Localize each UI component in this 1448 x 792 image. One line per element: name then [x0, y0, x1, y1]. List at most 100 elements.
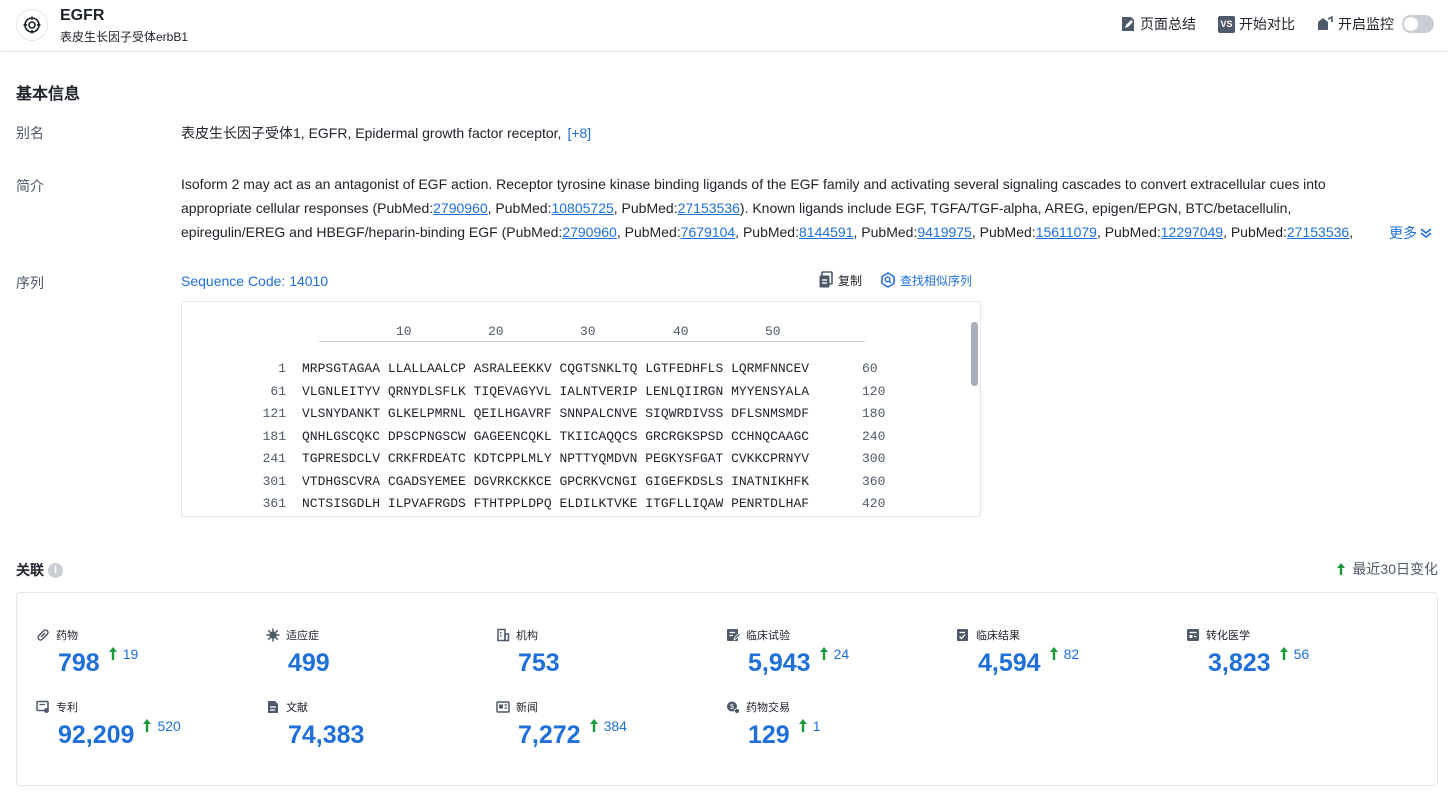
alias-label: 别名 [16, 125, 44, 141]
row-end: 180 [862, 406, 886, 421]
ruler-tick: 10 [396, 324, 412, 339]
stat-clinical-results[interactable]: 临床结果 4,594 82 [956, 627, 1176, 678]
stat-value: 92,209 [58, 721, 135, 749]
intro-text-segment: , PubMed: [1096, 224, 1161, 240]
stat-label: 临床结果 [976, 630, 1020, 642]
monitor-toggle[interactable] [1402, 15, 1434, 33]
arrow-up-icon [108, 647, 117, 660]
stat-patents[interactable]: 专利 92,209 520 [36, 699, 256, 750]
find-similar-label: 查找相似序列 [900, 273, 973, 288]
stat-organizations[interactable]: 机构 753 [496, 627, 716, 678]
double-chevron-down-icon [1420, 228, 1432, 239]
stat-label: 临床试验 [746, 630, 790, 642]
copy-button[interactable]: 复制 [818, 271, 862, 289]
row-start: 241 [262, 451, 286, 466]
stat-delta: 384 [589, 718, 627, 734]
row-residues: NCTSISGDLH ILPVAFRGDS FTHTPPLDPQ ELDILKT… [302, 496, 810, 511]
row-start: 61 [270, 383, 286, 399]
stat-delta: 520 [142, 718, 181, 734]
monitor-control[interactable]: 开启监控 [1317, 14, 1434, 34]
intro-label: 简介 [16, 178, 44, 194]
stat-delta-value: 56 [1293, 646, 1310, 662]
sequence-viewer[interactable]: 10 20 30 40 50 1 MRPSGTAGAA LLALLAALCP AS… [181, 301, 981, 517]
arrow-up-icon [1049, 647, 1058, 660]
association-stats: 药物 798 19 适应症 499 机构 753 临床试验 5,943 24 临床结… [16, 592, 1438, 786]
monitor-label: 开启监控 [1338, 16, 1394, 32]
row-start: 1 [278, 361, 286, 376]
stat-value: 753 [518, 649, 560, 677]
stat-delta: 24 [819, 646, 849, 662]
stat-delta-value: 1 [812, 718, 821, 734]
alias-more-link[interactable]: [+8] [567, 125, 591, 141]
sequence-scrollbar[interactable] [970, 320, 980, 500]
pubmed-link[interactable]: 2790960 [562, 224, 617, 240]
deal-icon: $ [727, 701, 740, 714]
pubmed-link[interactable]: 10805725 [551, 200, 613, 216]
stat-drugs[interactable]: 药物 798 19 [36, 627, 256, 678]
stat-delta: 56 [1279, 646, 1310, 662]
stat-value: 5,943 [748, 649, 811, 677]
stat-value: 74,383 [288, 721, 365, 749]
patent-icon [36, 700, 49, 713]
arrow-up-icon [1337, 563, 1346, 575]
pubmed-link[interactable]: 2790960 [433, 200, 488, 216]
arrow-up-icon [1279, 647, 1288, 660]
intro-text-segment: , PubMed: [971, 224, 1036, 240]
stat-value: 4,594 [978, 649, 1041, 677]
copy-icon [819, 271, 833, 288]
svg-text:$: $ [730, 704, 734, 711]
intro-more-button[interactable]: 更多 [1389, 223, 1433, 243]
page-header: EGFR 表皮生长因子受体erbB1 页面总结 VS 开始对比 开启监控 [0, 0, 1448, 52]
pubmed-link[interactable]: 15611079 [1036, 224, 1097, 240]
pubmed-link[interactable]: 27153536 [678, 200, 740, 216]
pubmed-link[interactable]: 8144591 [799, 224, 854, 240]
intro-text-segment: , PubMed: [487, 200, 552, 216]
stat-news[interactable]: 新闻 7,272 384 [496, 699, 716, 750]
stat-value: 798 [58, 649, 100, 677]
stat-indications[interactable]: 适应症 499 [266, 627, 486, 678]
stat-value: 3,823 [1208, 649, 1271, 677]
ruler-tick: 40 [673, 324, 689, 339]
arrow-up-icon [143, 719, 152, 732]
find-similar-sequence-button[interactable]: 查找相似序列 [880, 271, 972, 289]
basic-info-title: 基本信息 [16, 86, 81, 103]
pubmed-link[interactable]: 27153536 [1287, 224, 1349, 240]
pubmed-link[interactable]: 9419975 [917, 224, 972, 240]
sequence-row: 61 VLGNLEITYV QRNYDLSFLK TIQEVAGYVL IALNT… [182, 381, 962, 404]
monitor-icon [1318, 16, 1333, 30]
intro-text-segment: , PubMed: [613, 200, 678, 216]
stat-label: 药物交易 [746, 702, 790, 714]
translational-icon [1187, 629, 1199, 641]
pubmed-link[interactable]: 12297049 [1161, 224, 1223, 240]
scrollbar-thumb[interactable] [971, 322, 978, 386]
target-logo-icon [16, 9, 48, 41]
row-residues: MRPSGTAGAA LLALLAALCP ASRALEEKKV CQGTSNK… [302, 361, 810, 376]
alias-text: 表皮生长因子受体1, EGFR, Epidermal growth factor… [181, 125, 562, 141]
page-subtitle: 表皮生长因子受体erbB1 [60, 30, 189, 44]
stat-translational-medicine[interactable]: 转化医学 3,823 56 [1186, 627, 1406, 678]
stat-literature[interactable]: 文献 74,383 [266, 699, 486, 750]
arrow-up-icon [819, 647, 828, 660]
sequence-ruler: 10 20 30 40 50 [319, 322, 865, 342]
stat-delta-value: 384 [603, 718, 627, 734]
stat-value: 499 [288, 649, 330, 677]
stat-clinical-trials[interactable]: 临床试验 5,943 24 [726, 627, 946, 678]
stat-drug-deals[interactable]: $ 药物交易 129 1 [726, 699, 946, 750]
page-summary-button[interactable]: 页面总结 [1120, 14, 1196, 34]
row-start: 361 [262, 496, 286, 511]
stat-label: 适应症 [286, 630, 319, 642]
stat-delta: 19 [108, 646, 139, 662]
ruler-tick: 30 [580, 324, 596, 339]
arrow-up-icon [589, 719, 598, 732]
row-end: 120 [862, 383, 886, 399]
row-residues: QNHLGSCQKC DPSCPNGSCW GAGEENCQKL TKIICAQ… [302, 428, 810, 444]
sequence-row: 241 TGPRESDCLV CRKFRDEATC KDTCPPLMLY NPTT… [182, 448, 962, 471]
pill-icon [37, 629, 49, 641]
start-compare-button[interactable]: VS 开始对比 [1218, 14, 1295, 34]
info-icon[interactable]: i [48, 562, 63, 578]
pubmed-link[interactable]: 7679104 [681, 224, 736, 240]
vs-icon: VS [1218, 15, 1235, 33]
sequence-rows: 1 MRPSGTAGAA LLALLAALCP ASRALEEKKV CQGTSN… [182, 358, 962, 516]
stat-label: 新闻 [516, 702, 538, 714]
stat-delta-value: 19 [122, 646, 139, 662]
